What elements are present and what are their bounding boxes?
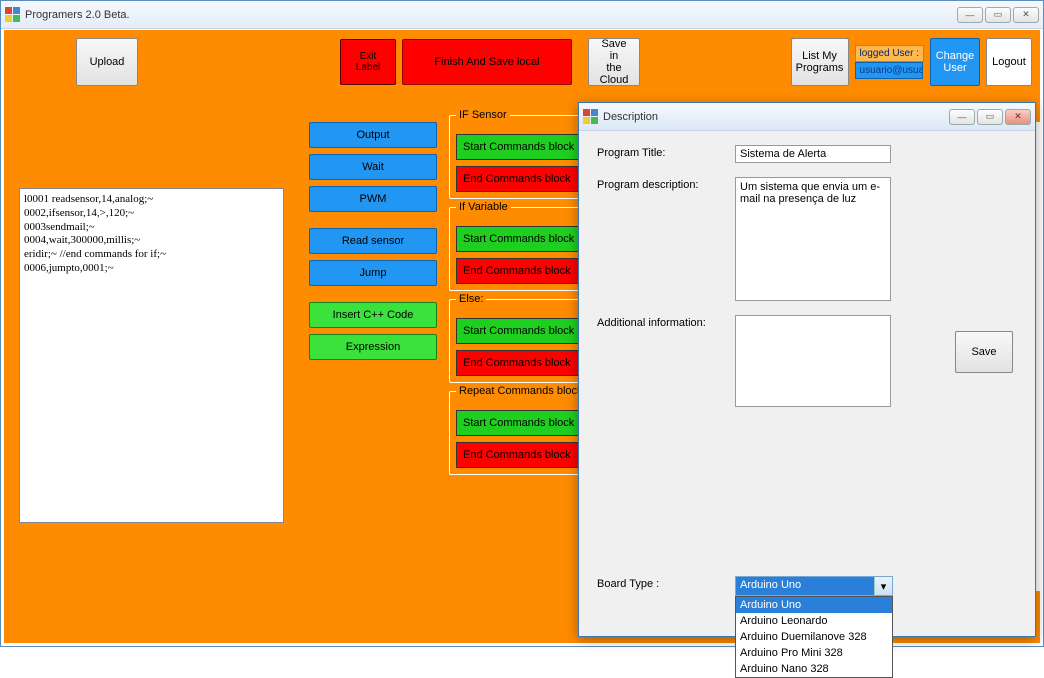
group-else: Else: Start Commands block End Commands … xyxy=(449,299,589,383)
if-sensor-start[interactable]: Start Commands block xyxy=(456,134,582,160)
dialog-save-button[interactable]: Save xyxy=(955,331,1013,373)
additional-info-label: Additional information: xyxy=(597,315,735,407)
description-dialog: Description — ▭ ✕ Program Title: Program… xyxy=(578,102,1036,637)
app-icon xyxy=(5,7,21,23)
dialog-title: Description xyxy=(603,111,949,123)
program-desc-label: Program description: xyxy=(597,177,735,301)
logged-user-block: logged User : usuario@usua xyxy=(855,45,924,79)
else-start[interactable]: Start Commands block xyxy=(456,318,582,344)
group-legend: IF Sensor xyxy=(456,109,510,121)
list-programs-button[interactable]: List My Programs xyxy=(791,38,849,86)
board-type-label: Board Type : xyxy=(597,576,735,596)
close-button[interactable]: ✕ xyxy=(1013,7,1039,23)
top-toolbar: Upload Exit Label Finish And Save local … xyxy=(4,30,1040,93)
command-palette: Output Wait PWM Read sensor Jump Insert … xyxy=(309,122,437,360)
board-type-selected: Arduino Uno xyxy=(736,577,874,595)
repeat-start[interactable]: Start Commands block xyxy=(456,410,582,436)
palette-jump[interactable]: Jump xyxy=(309,260,437,286)
palette-read-sensor[interactable]: Read sensor xyxy=(309,228,437,254)
save-cloud-button[interactable]: Save in the Cloud xyxy=(588,38,640,86)
logged-user-label: logged User : xyxy=(855,45,924,62)
palette-pwm[interactable]: PWM xyxy=(309,186,437,212)
dialog-maximize-button[interactable]: ▭ xyxy=(977,109,1003,125)
code-listing[interactable]: l0001 readsensor,14,analog;~ 0002,ifsens… xyxy=(19,188,284,523)
group-legend: Else: xyxy=(456,293,486,305)
dialog-body: Program Title: Program description: Addi… xyxy=(579,131,1035,636)
palette-wait[interactable]: Wait xyxy=(309,154,437,180)
change-user-button[interactable]: Change User xyxy=(930,38,980,86)
board-type-list: Arduino Uno Arduino Leonardo Arduino Due… xyxy=(735,596,893,678)
if-variable-start[interactable]: Start Commands block xyxy=(456,226,582,252)
board-type-dropdown[interactable]: Arduino Uno ▾ Arduino Uno Arduino Leonar… xyxy=(735,576,893,596)
board-option[interactable]: Arduino Pro Mini 328 xyxy=(736,645,892,661)
palette-output[interactable]: Output xyxy=(309,122,437,148)
program-desc-input[interactable] xyxy=(735,177,891,301)
group-if-variable: If Variable Start Commands block End Com… xyxy=(449,207,589,291)
board-option[interactable]: Arduino Nano 328 xyxy=(736,661,892,677)
board-option[interactable]: Arduino Leonardo xyxy=(736,613,892,629)
logged-user-value: usuario@usua xyxy=(855,62,923,79)
block-groups: IF Sensor Start Commands block End Comma… xyxy=(449,115,589,475)
board-option[interactable]: Arduino Uno xyxy=(736,597,892,613)
main-titlebar[interactable]: Programers 2.0 Beta. — ▭ ✕ xyxy=(1,1,1043,29)
finish-save-local-button[interactable]: Finish And Save local xyxy=(402,39,572,85)
program-title-input[interactable] xyxy=(735,145,891,163)
minimize-button[interactable]: — xyxy=(957,7,983,23)
palette-expression[interactable]: Expression xyxy=(309,334,437,360)
if-variable-end[interactable]: End Commands block xyxy=(456,258,582,284)
else-end[interactable]: End Commands block xyxy=(456,350,582,376)
if-sensor-end[interactable]: End Commands block xyxy=(456,166,582,192)
chevron-down-icon[interactable]: ▾ xyxy=(874,577,892,595)
palette-insert-cpp[interactable]: Insert C++ Code xyxy=(309,302,437,328)
program-title-label: Program Title: xyxy=(597,145,735,163)
additional-info-input[interactable] xyxy=(735,315,891,407)
app-icon xyxy=(583,109,599,125)
group-if-sensor: IF Sensor Start Commands block End Comma… xyxy=(449,115,589,199)
board-option[interactable]: Arduino Duemilanove 328 xyxy=(736,629,892,645)
repeat-end[interactable]: End Commands block xyxy=(456,442,582,468)
exit-label-button[interactable]: Exit Label xyxy=(340,39,396,85)
maximize-button[interactable]: ▭ xyxy=(985,7,1011,23)
main-title: Programers 2.0 Beta. xyxy=(25,9,957,21)
dialog-close-button[interactable]: ✕ xyxy=(1005,109,1031,125)
logout-button[interactable]: Logout xyxy=(986,38,1032,86)
group-legend: Repeat Commands block xyxy=(456,385,586,397)
dialog-titlebar[interactable]: Description — ▭ ✕ xyxy=(579,103,1035,131)
group-repeat: Repeat Commands block Start Commands blo… xyxy=(449,391,589,475)
group-legend: If Variable xyxy=(456,201,511,213)
upload-button[interactable]: Upload xyxy=(76,38,138,86)
dialog-minimize-button[interactable]: — xyxy=(949,109,975,125)
